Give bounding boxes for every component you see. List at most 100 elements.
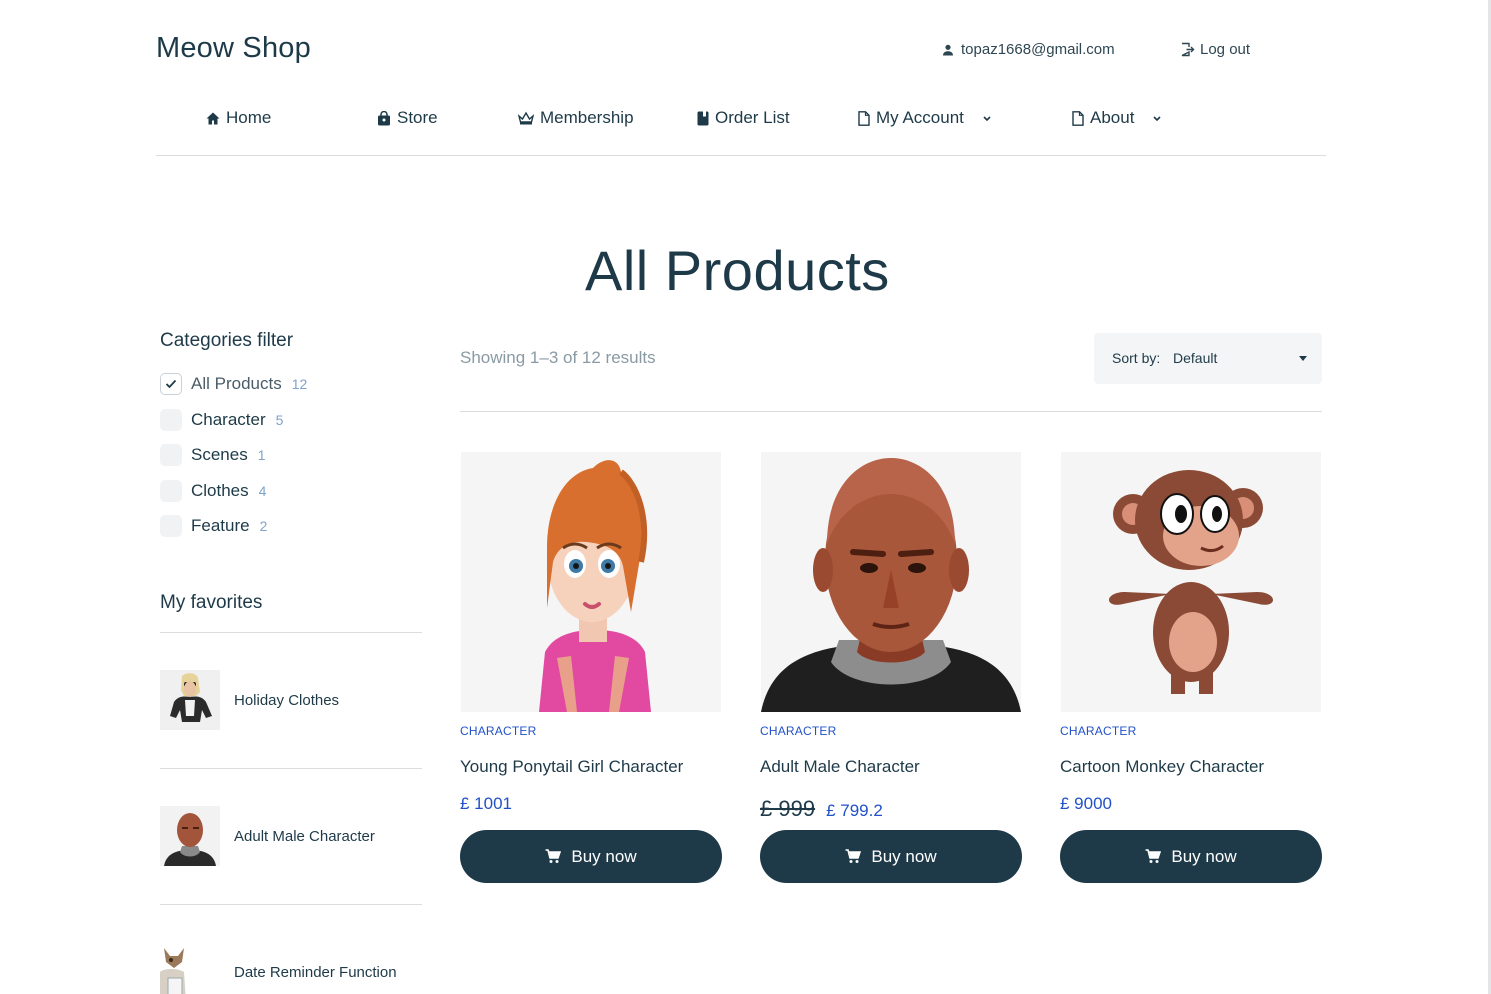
sort-dropdown[interactable]: Sort by: Default [1094, 333, 1322, 384]
logout-button[interactable]: Log out [1180, 41, 1250, 58]
sort-selected-value: Default [1173, 350, 1218, 366]
product-category[interactable]: CHARACTER [460, 724, 536, 738]
category-label: Character [191, 409, 266, 429]
user-account-link[interactable]: topaz1668@gmail.com [942, 41, 1115, 58]
checkmark-icon [165, 379, 177, 389]
category-filter-scenes[interactable]: Scenes 1 [160, 444, 422, 467]
category-count: 1 [257, 447, 266, 464]
brand-logo[interactable]: Meow Shop [156, 32, 311, 65]
product-category[interactable]: CHARACTER [760, 724, 836, 738]
chevron-down-icon [983, 115, 991, 121]
caret-down-icon [1299, 356, 1307, 361]
category-filter-clothes[interactable]: Clothes 4 [160, 479, 422, 502]
site-header: Meow Shop topaz1668@gmail.com Log out Ho… [156, 0, 1326, 156]
cart-icon [845, 849, 862, 863]
favorite-thumbnail[interactable] [160, 942, 220, 994]
favorite-item-date-reminder-function[interactable]: Date Reminder Function [160, 905, 422, 994]
category-checkbox[interactable] [160, 408, 182, 431]
category-checkbox[interactable] [160, 515, 182, 538]
category-checkbox[interactable] [160, 373, 182, 395]
document-icon [858, 110, 870, 126]
category-label: Clothes [191, 480, 249, 500]
product-image[interactable] [1061, 452, 1321, 712]
chevron-down-icon [1153, 115, 1162, 121]
product-title[interactable]: Cartoon Monkey Character [1060, 757, 1264, 777]
category-count: 2 [259, 518, 268, 535]
favorite-thumbnail[interactable] [160, 670, 220, 730]
sidebar: Categories filter All Products 12 Charac… [160, 330, 422, 994]
buy-now-label: Buy now [571, 846, 637, 866]
product-original-price: £ 999 [760, 796, 816, 821]
cartoon-monkey-render [1061, 452, 1321, 712]
ponytail-girl-render [461, 452, 721, 712]
favorites-heading: My favorites [160, 592, 263, 613]
nav-item-membership[interactable]: Membership [518, 108, 634, 128]
nav-item-home[interactable]: Home [206, 108, 271, 128]
nav-item-order-list[interactable]: Order List [697, 108, 790, 128]
toolbar-divider [460, 411, 1322, 412]
page-title: All Products [585, 239, 890, 302]
product-price-row: £ 9000 [1060, 794, 1112, 814]
woman-figure-thumbnail [160, 670, 220, 730]
cart-icon [1145, 849, 1162, 863]
nav-label-home: Home [226, 108, 272, 127]
crown-icon [518, 111, 534, 125]
category-checkbox[interactable] [160, 479, 182, 502]
nav-label-store: Store [397, 108, 438, 127]
buy-now-button[interactable]: Buy now [1060, 830, 1322, 883]
buy-now-button[interactable]: Buy now [760, 830, 1022, 883]
favorites-list: Holiday Clothes Adult Male Character Dat… [160, 632, 422, 994]
nav-label-about: About [1090, 108, 1135, 127]
product-price-row: £ 1001 [460, 794, 512, 814]
adult-male-render [761, 452, 1021, 712]
sort-label: Sort by: [1112, 350, 1161, 366]
logout-icon [1181, 42, 1195, 57]
product-category[interactable]: CHARACTER [1060, 724, 1136, 738]
product-price: £ 9000 [1060, 794, 1112, 813]
nav-label-order-list: Order List [715, 108, 790, 127]
nav-label-my-account: My Account [876, 108, 964, 127]
category-count: 5 [275, 411, 284, 428]
product-image[interactable] [761, 452, 1021, 712]
nav-item-about[interactable]: About [1072, 108, 1162, 128]
favorite-item-adult-male-character[interactable]: Adult Male Character [160, 769, 422, 905]
book-icon [697, 111, 709, 125]
bald-man-thumbnail [160, 806, 220, 866]
category-filter-feature[interactable]: Feature 2 [160, 515, 422, 538]
category-checkbox[interactable] [160, 444, 182, 467]
category-label: Feature [191, 516, 250, 536]
shopping-bag-icon [378, 110, 390, 125]
product-price: £ 799.2 [826, 801, 883, 820]
nav-item-my-account[interactable]: My Account [858, 108, 992, 128]
category-filter-all-products[interactable]: All Products 12 [160, 373, 422, 395]
product-price: £ 1001 [460, 794, 512, 813]
product-price-row: £ 999 £ 799.2 [760, 796, 883, 822]
user-email-text: topaz1668@gmail.com [961, 41, 1115, 58]
category-count: 4 [258, 482, 267, 499]
buy-now-button[interactable]: Buy now [460, 830, 722, 883]
nav-item-store[interactable]: Store [377, 108, 438, 128]
user-icon [943, 44, 953, 55]
document-icon [1072, 110, 1084, 126]
category-filter-list: All Products 12 Character 5 Scenes 1 Clo… [160, 373, 422, 538]
home-icon [206, 112, 220, 124]
product-image[interactable] [461, 452, 721, 712]
cart-icon [545, 849, 562, 863]
cat-figure-thumbnail [160, 942, 220, 994]
favorite-label: Adult Male Character [234, 828, 375, 845]
category-filter-character[interactable]: Character 5 [160, 408, 422, 431]
categories-heading: Categories filter [160, 330, 294, 351]
product-title[interactable]: Adult Male Character [760, 757, 920, 777]
favorite-thumbnail[interactable] [160, 806, 220, 866]
category-label: All Products [191, 374, 282, 393]
nav-label-membership: Membership [540, 108, 634, 127]
logout-label: Log out [1200, 41, 1251, 58]
category-label: Scenes [191, 445, 248, 465]
favorite-label: Date Reminder Function [234, 964, 397, 981]
product-title[interactable]: Young Ponytail Girl Character [460, 757, 683, 777]
category-count: 12 [291, 376, 308, 392]
main-navigation: Home Store Membership Order List My Acco… [156, 108, 1326, 132]
favorite-item-holiday-clothes[interactable]: Holiday Clothes [160, 633, 422, 769]
buy-now-label: Buy now [1171, 846, 1237, 866]
results-count-text: Showing 1–3 of 12 results [460, 348, 656, 367]
